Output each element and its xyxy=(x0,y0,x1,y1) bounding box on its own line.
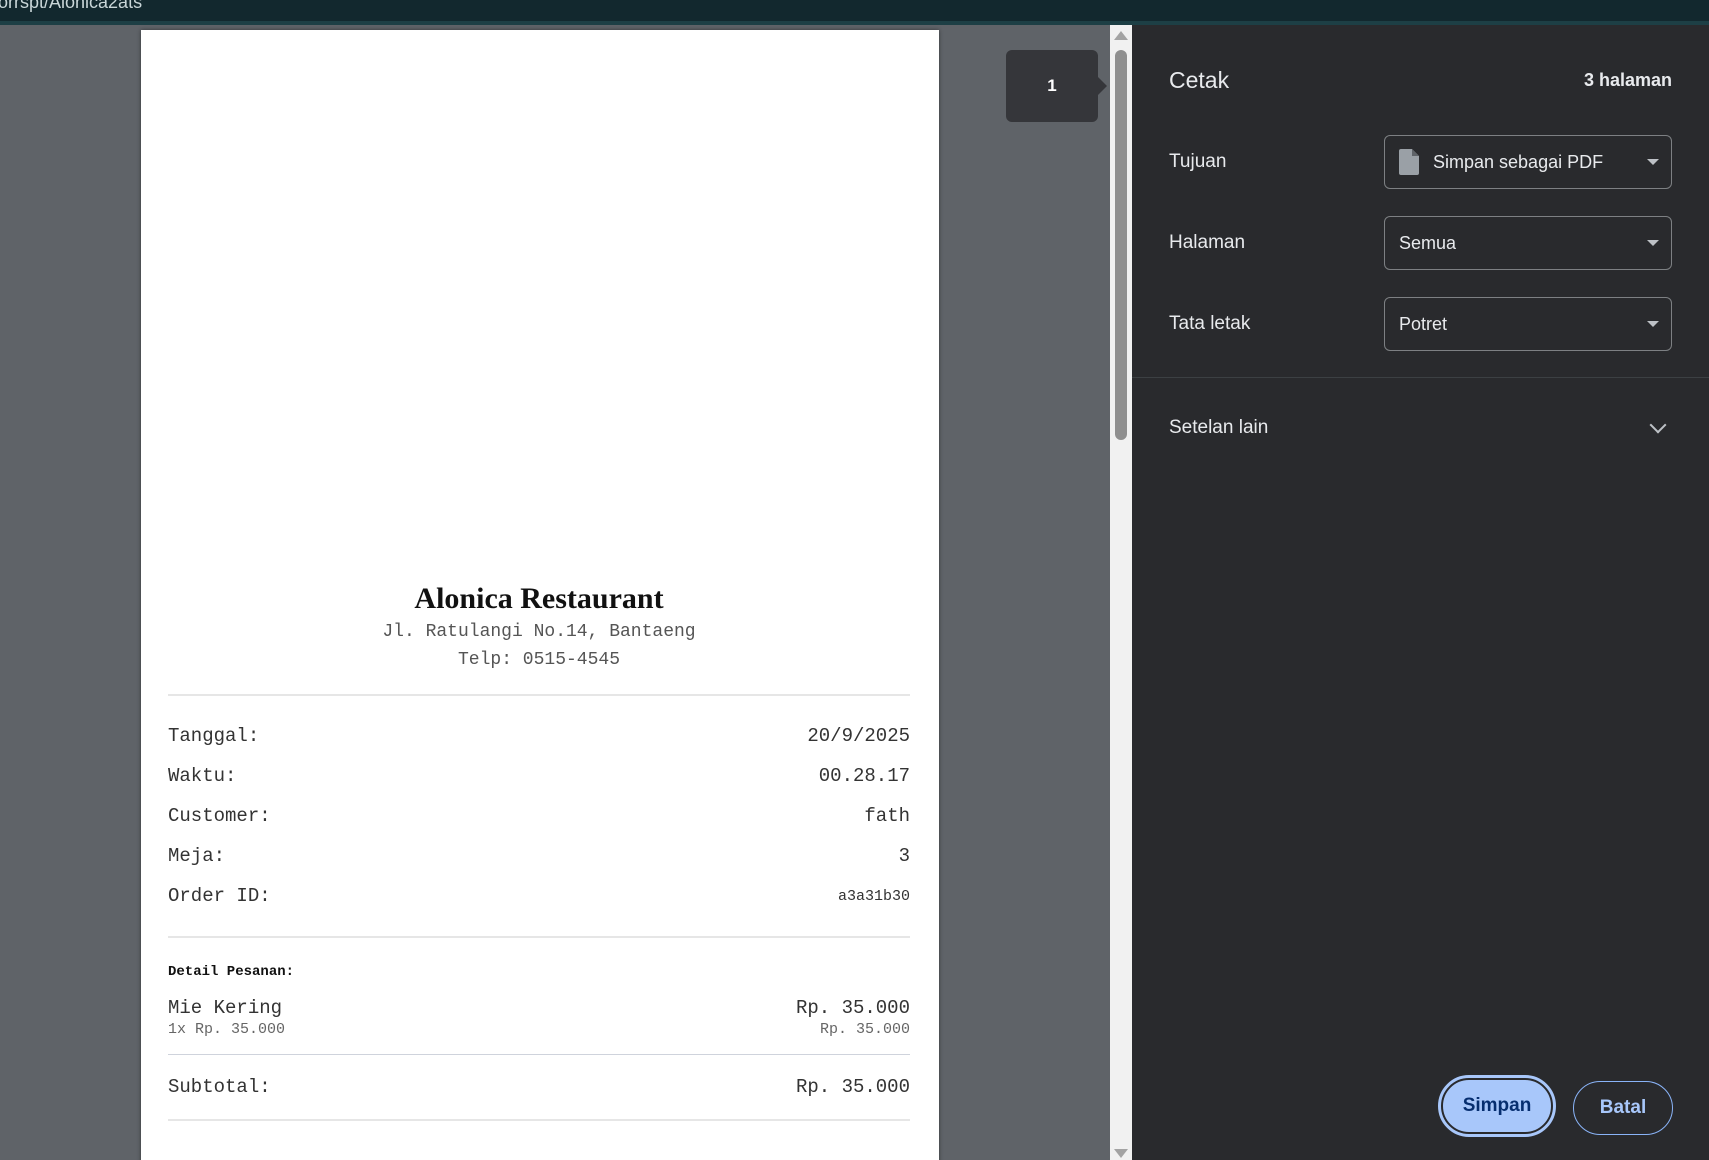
dropdown-caret-icon xyxy=(1647,240,1659,246)
info-label: Order ID: xyxy=(168,885,271,907)
info-value: fath xyxy=(864,805,910,827)
cancel-button[interactable]: Batal xyxy=(1573,1081,1673,1135)
info-value: 3 xyxy=(898,845,910,867)
info-value: a3a31b30 xyxy=(837,887,910,905)
save-button[interactable]: Simpan xyxy=(1438,1075,1556,1137)
item-line-total: Rp. 35.000 xyxy=(819,1021,910,1038)
item-qty-price: 1x Rp. 35.000 xyxy=(168,1021,286,1038)
layout-label: Tata letak xyxy=(1169,313,1251,334)
subtotal-label: Subtotal: xyxy=(168,1076,271,1098)
info-row-time: Waktu: 00.28.17 xyxy=(168,756,910,796)
print-settings-panel: Cetak 3 halaman Tujuan Simpan sebagai PD… xyxy=(1132,25,1709,1160)
panel-title: Cetak xyxy=(1169,67,1230,93)
panel-header: Cetak 3 halaman xyxy=(1169,67,1672,94)
scroll-down-arrow-icon[interactable] xyxy=(1114,1149,1128,1158)
restaurant-address: Jl. Ratulangi No.14, Bantaeng xyxy=(382,622,696,642)
destination-row: Tujuan Simpan sebagai PDF xyxy=(1169,135,1672,189)
receipt: Alonica Restaurant Jl. Ratulangi No.14, … xyxy=(168,580,910,1121)
subtotal-row: Subtotal: Rp. 35.000 xyxy=(168,1055,910,1119)
chevron-down-icon xyxy=(1649,416,1667,434)
destination-value: Simpan sebagai PDF xyxy=(1433,151,1604,172)
pages-select[interactable]: Semua xyxy=(1384,216,1672,270)
destination-select[interactable]: Simpan sebagai PDF xyxy=(1384,135,1672,189)
info-row-date: Tanggal: 20/9/2025 xyxy=(168,716,910,756)
file-icon xyxy=(1399,149,1419,175)
page-number-badge: 1 xyxy=(1006,50,1107,122)
order-info: Tanggal: 20/9/2025 Waktu: 00.28.17 Custo… xyxy=(168,696,910,916)
layout-value: Potret xyxy=(1399,313,1448,334)
page-count: 3 halaman xyxy=(1583,70,1672,90)
pages-row: Halaman Semua xyxy=(1169,216,1672,270)
destination-label: Tujuan xyxy=(1169,151,1227,172)
scroll-up-arrow-icon[interactable] xyxy=(1114,31,1128,40)
subtotal-value: Rp. 35.000 xyxy=(795,1076,910,1098)
info-value: 20/9/2025 xyxy=(807,725,910,747)
item-total: Rp. 35.000 xyxy=(795,997,910,1019)
browser-top-bar: orrspt/Alonica2ats xyxy=(0,0,1709,25)
item-name: Mie Kering xyxy=(168,997,283,1019)
info-row-order-id: Order ID: a3a31b30 xyxy=(168,876,910,916)
url-text: orrspt/Alonica2ats xyxy=(0,0,143,12)
divider xyxy=(1132,377,1709,378)
scroll-thumb[interactable] xyxy=(1115,50,1127,440)
pages-value: Semua xyxy=(1399,232,1457,253)
layout-row: Tata letak Potret xyxy=(1169,297,1672,351)
separator xyxy=(168,1119,910,1121)
restaurant-phone: Telp: 0515-4545 xyxy=(457,650,621,670)
more-settings-label: Setelan lain xyxy=(1169,417,1269,438)
restaurant-name: Alonica Restaurant xyxy=(414,582,664,615)
separator xyxy=(168,936,910,938)
info-row-table: Meja: 3 xyxy=(168,836,910,876)
info-label: Customer: xyxy=(168,805,271,827)
detail-title: Detail Pesanan: xyxy=(168,964,295,980)
pages-label: Halaman xyxy=(1169,232,1246,253)
dropdown-caret-icon xyxy=(1647,321,1659,327)
info-value: 00.28.17 xyxy=(818,765,910,787)
list-item: Mie Kering Rp. 35.000 1x Rp. 35.000 Rp. … xyxy=(168,996,910,1040)
preview-page: Alonica Restaurant Jl. Ratulangi No.14, … xyxy=(141,30,939,1160)
info-row-customer: Customer: fath xyxy=(168,796,910,836)
dropdown-caret-icon xyxy=(1647,159,1659,165)
more-settings-toggle[interactable]: Setelan lain xyxy=(1169,408,1672,448)
info-label: Waktu: xyxy=(168,765,237,787)
preview-scrollbar[interactable] xyxy=(1110,25,1132,1160)
layout-select[interactable]: Potret xyxy=(1384,297,1672,351)
info-label: Tanggal: xyxy=(168,725,260,747)
info-label: Meja: xyxy=(168,845,226,867)
print-preview-area[interactable]: Alonica Restaurant Jl. Ratulangi No.14, … xyxy=(0,25,1110,1160)
